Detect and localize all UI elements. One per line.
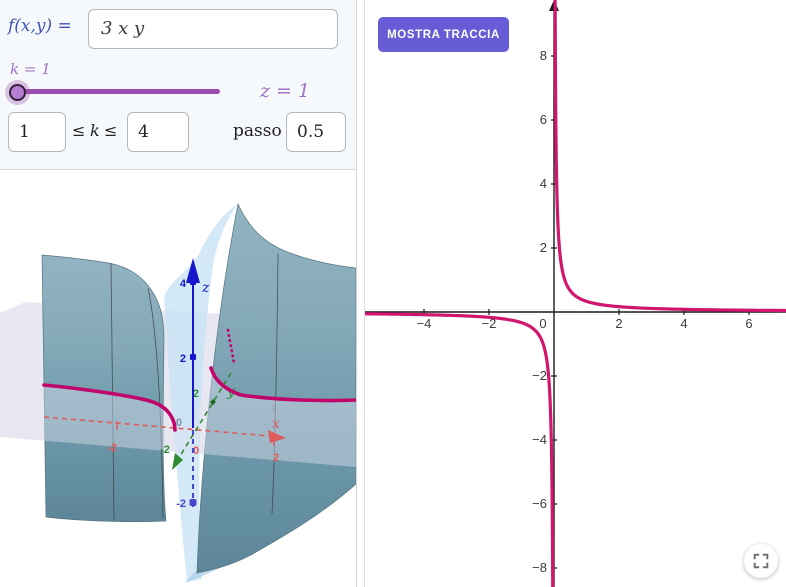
origin-label: 0 bbox=[176, 417, 182, 429]
k-max-input[interactable]: 4 bbox=[127, 112, 189, 152]
svg-text:2: 2 bbox=[540, 240, 547, 255]
z-tick-2: 2 bbox=[180, 353, 186, 365]
z-tick-neg2: -2 bbox=[176, 498, 186, 510]
geogebra-applet: f(x,y) = 3 x y k = 1 z = 1 1 ≤ k ≤ 4 pas… bbox=[0, 0, 786, 587]
z-axis-point-2 bbox=[190, 354, 196, 360]
graphics-2d-view[interactable]: −4−202468642−2−4−6−8 MOSTRA TRACCIA bbox=[364, 0, 786, 587]
mostra-traccia-button[interactable]: MOSTRA TRACCIA bbox=[378, 17, 509, 52]
algebra-controls: f(x,y) = 3 x y k = 1 z = 1 1 ≤ k ≤ 4 pas… bbox=[0, 0, 356, 170]
k-max-value: 4 bbox=[138, 122, 188, 142]
y-tick-neg2: -2 bbox=[160, 444, 170, 456]
k-slider-knob[interactable] bbox=[9, 84, 26, 101]
leq-sign-2: ≤ bbox=[104, 121, 117, 140]
level-curve-chart: −4−202468642−2−4−6−8 bbox=[365, 0, 786, 587]
x-axis-letter: x bbox=[272, 416, 280, 432]
svg-text:−4: −4 bbox=[417, 316, 432, 331]
step-input[interactable]: 0.5 bbox=[286, 112, 346, 152]
k-min-value: 1 bbox=[19, 122, 65, 142]
function-input[interactable]: 3 x y bbox=[88, 9, 338, 49]
svg-text:6: 6 bbox=[540, 112, 547, 127]
svg-text:−4: −4 bbox=[532, 432, 547, 447]
fullscreen-icon bbox=[752, 552, 770, 570]
x-tick-2: 2 bbox=[273, 452, 279, 464]
svg-text:−8: −8 bbox=[532, 560, 547, 575]
function-label: f(x,y) = bbox=[8, 16, 72, 36]
svg-text:−6: −6 bbox=[532, 496, 547, 511]
step-label: passo bbox=[233, 121, 282, 141]
step-value: 0.5 bbox=[297, 122, 345, 142]
svg-text:2: 2 bbox=[615, 316, 622, 331]
z-axis-point-neg2 bbox=[190, 499, 197, 506]
k-slider-track[interactable] bbox=[10, 89, 220, 94]
leq-sign-1: ≤ bbox=[72, 121, 85, 140]
z-axis-letter: z bbox=[201, 280, 210, 296]
svg-text:6: 6 bbox=[745, 316, 752, 331]
svg-text:4: 4 bbox=[540, 176, 547, 191]
k-min-input[interactable]: 1 bbox=[8, 112, 66, 152]
z-tick-4: 4 bbox=[180, 278, 187, 290]
fullscreen-button[interactable] bbox=[744, 544, 778, 578]
svg-text:−2: −2 bbox=[532, 368, 547, 383]
x-tick-neg2: -2 bbox=[107, 442, 117, 454]
graphics-3d-view[interactable]: -2 0 2 x y 2 -2 bbox=[0, 170, 356, 587]
left-panel: f(x,y) = 3 x y k = 1 z = 1 1 ≤ k ≤ 4 pas… bbox=[0, 0, 357, 587]
svg-text:0: 0 bbox=[539, 316, 546, 331]
svg-text:8: 8 bbox=[540, 48, 547, 63]
surface-3d-scene: -2 0 2 x y 2 -2 bbox=[0, 170, 356, 587]
function-value: 3 x y bbox=[101, 18, 337, 39]
k-letter: k bbox=[90, 121, 100, 140]
z-level-label: z = 1 bbox=[260, 80, 310, 102]
svg-text:4: 4 bbox=[680, 316, 687, 331]
slider-k-label: k = 1 bbox=[10, 60, 51, 78]
z-axis-point-4 bbox=[190, 279, 196, 285]
hyperbola-curve[interactable] bbox=[365, 0, 786, 587]
